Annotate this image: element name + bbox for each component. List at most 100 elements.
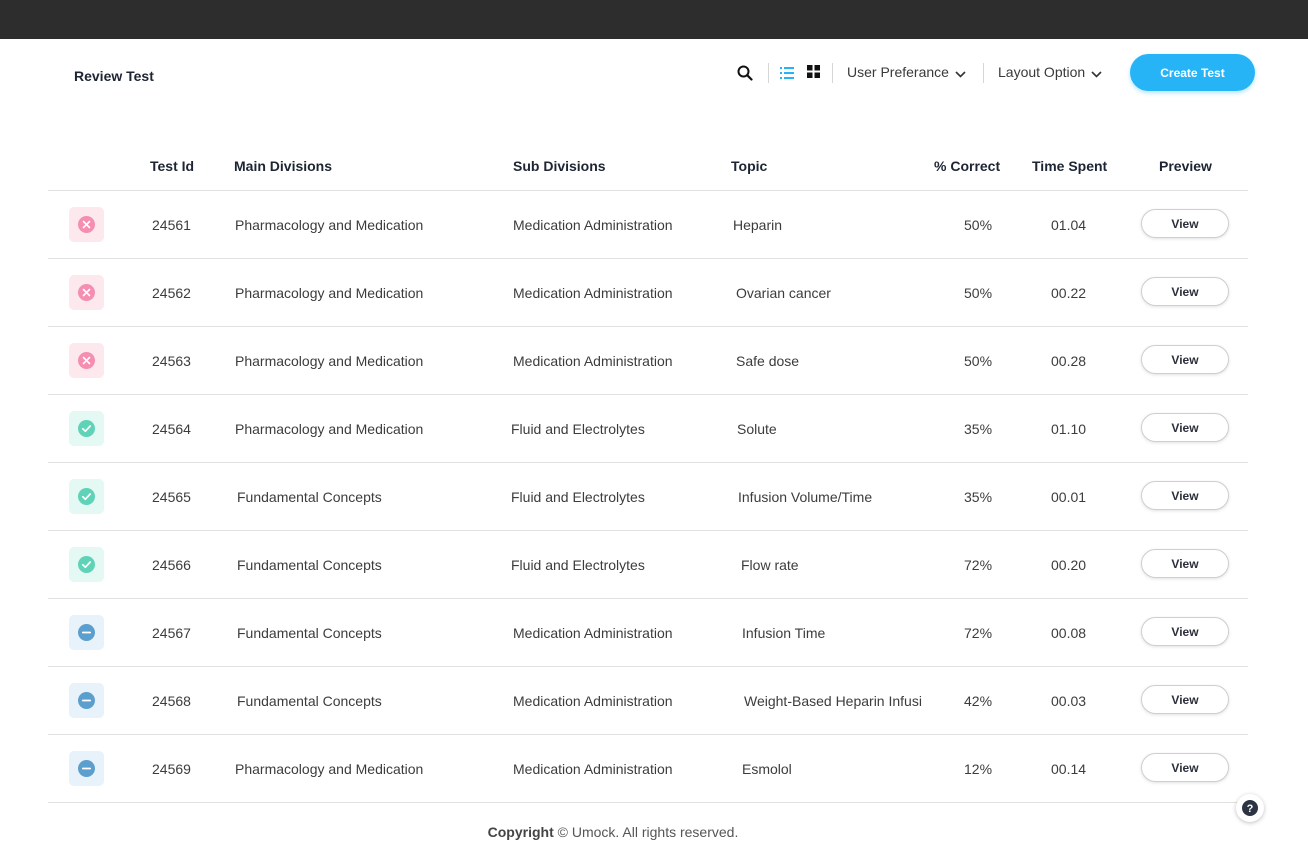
user-preference-dropdown[interactable]: User Preferance <box>847 64 966 81</box>
table-body: 24561 Pharmacology and Medication Medicati… <box>48 191 1248 803</box>
status-correct-badge <box>69 411 104 446</box>
view-button[interactable]: View <box>1141 685 1229 714</box>
table-row: 24568 Fundamental Concepts Medication Admi… <box>48 667 1248 735</box>
view-button[interactable]: View <box>1141 753 1229 782</box>
status-incorrect-badge <box>69 275 104 310</box>
check-circle-icon <box>78 488 95 505</box>
check-circle-icon <box>78 420 95 437</box>
cell-sub-division: Fluid and Electrolytes <box>511 557 645 573</box>
search-icon[interactable] <box>737 65 753 81</box>
cell-sub-division: Medication Administration <box>513 353 673 369</box>
cell-topic: Infusion Volume/Time <box>738 489 873 505</box>
header-correct: % Correct <box>934 158 1001 174</box>
help-icon: ? <box>1242 800 1258 816</box>
x-circle-icon <box>78 284 95 301</box>
header-sub-divisions: Sub Divisions <box>513 158 606 174</box>
table-row: 24565 Fundamental Concepts Fluid and Elect… <box>48 463 1248 531</box>
copyright-label: Copyright <box>487 824 554 840</box>
view-button[interactable]: View <box>1141 345 1229 374</box>
table-header: Test Id Main Divisions Sub Divisions Top… <box>48 140 1248 191</box>
cell-test-id: 24562 <box>152 285 191 301</box>
table-row: 24569 Pharmacology and Medication Medicati… <box>48 735 1248 803</box>
cell-correct: 35% <box>964 489 993 505</box>
cell-correct: 50% <box>964 285 993 301</box>
user-preference-label: User Preferance <box>847 64 949 80</box>
help-button[interactable]: ? <box>1236 794 1264 822</box>
cell-test-id: 24566 <box>152 557 191 573</box>
cell-correct: 50% <box>964 217 993 233</box>
toolbar: User Preferance Layout Option Create Tes… <box>0 53 1308 93</box>
cell-main-division: Pharmacology and Medication <box>235 353 424 369</box>
cell-time-spent: 01.10 <box>1051 421 1087 437</box>
view-button[interactable]: View <box>1141 277 1229 306</box>
view-button[interactable]: View <box>1141 481 1229 510</box>
cell-topic: Infusion Time <box>742 625 826 641</box>
status-unanswered-badge <box>69 683 104 718</box>
table-row: 24561 Pharmacology and Medication Medicati… <box>48 191 1248 259</box>
cell-sub-division: Fluid and Electrolytes <box>511 489 645 505</box>
cell-time-spent: 00.20 <box>1051 557 1087 573</box>
cell-test-id: 24565 <box>152 489 191 505</box>
cell-sub-division: Medication Administration <box>513 693 673 709</box>
header-topic: Topic <box>731 158 768 174</box>
table-row: 24567 Fundamental Concepts Medication Admi… <box>48 599 1248 667</box>
top-bar <box>0 0 1308 39</box>
cell-correct: 72% <box>964 625 993 641</box>
x-circle-icon <box>78 352 95 369</box>
cell-time-spent: 00.01 <box>1051 489 1087 505</box>
status-unanswered-badge <box>69 751 104 786</box>
cell-time-spent: 00.08 <box>1051 625 1087 641</box>
cell-time-spent: 00.14 <box>1051 761 1087 777</box>
layout-option-label: Layout Option <box>998 64 1086 80</box>
header-test-id: Test Id <box>150 158 195 174</box>
table-row: 24564 Pharmacology and Medication Fluid an… <box>48 395 1248 463</box>
cell-sub-division: Medication Administration <box>513 285 673 301</box>
cell-topic: Flow rate <box>741 557 799 573</box>
status-correct-badge <box>69 547 104 582</box>
cell-time-spent: 01.04 <box>1051 217 1087 233</box>
cell-correct: 50% <box>964 353 993 369</box>
cell-main-division: Pharmacology and Medication <box>235 217 424 233</box>
minus-circle-icon <box>78 624 95 641</box>
cell-test-id: 24564 <box>152 421 191 437</box>
cell-test-id: 24563 <box>152 353 191 369</box>
cell-main-division: Fundamental Concepts <box>237 693 382 709</box>
view-button[interactable]: View <box>1141 209 1229 238</box>
status-incorrect-badge <box>69 207 104 242</box>
x-circle-icon <box>78 216 95 233</box>
chevron-down-icon <box>1091 65 1102 81</box>
footer: Copyright © Umock. All rights reserved. <box>0 824 1226 840</box>
status-unanswered-badge <box>69 615 104 650</box>
cell-main-division: Fundamental Concepts <box>237 489 382 505</box>
cell-main-division: Pharmacology and Medication <box>235 285 424 301</box>
cell-correct: 72% <box>964 557 993 573</box>
header-preview: Preview <box>1159 158 1212 174</box>
cell-topic: Safe dose <box>736 353 800 369</box>
cell-topic: Heparin <box>733 217 783 233</box>
cell-time-spent: 00.22 <box>1051 285 1087 301</box>
view-button[interactable]: View <box>1141 549 1229 578</box>
cell-test-id: 24568 <box>152 693 191 709</box>
cell-sub-division: Fluid and Electrolytes <box>511 421 645 437</box>
cell-main-division: Fundamental Concepts <box>237 557 382 573</box>
view-button[interactable]: View <box>1141 617 1229 646</box>
check-circle-icon <box>78 556 95 573</box>
table-row: 24562 Pharmacology and Medication Medicati… <box>48 259 1248 327</box>
cell-topic: Ovarian cancer <box>736 285 831 301</box>
create-test-button[interactable]: Create Test <box>1130 54 1255 91</box>
table-row: 24563 Pharmacology and Medication Medicati… <box>48 327 1248 395</box>
table-row: 24566 Fundamental Concepts Fluid and Elect… <box>48 531 1248 599</box>
grid-view-icon[interactable] <box>807 65 820 78</box>
cell-topic: Weight-Based Heparin Infusi <box>744 693 922 709</box>
cell-topic: Esmolol <box>742 761 792 777</box>
toolbar-divider <box>832 63 833 83</box>
layout-option-dropdown[interactable]: Layout Option <box>998 64 1102 81</box>
minus-circle-icon <box>78 760 95 777</box>
cell-test-id: 24569 <box>152 761 191 777</box>
cell-main-division: Fundamental Concepts <box>237 625 382 641</box>
view-button[interactable]: View <box>1141 413 1229 442</box>
status-correct-badge <box>69 479 104 514</box>
cell-main-division: Pharmacology and Medication <box>235 761 424 777</box>
list-view-icon[interactable] <box>780 66 794 79</box>
cell-correct: 42% <box>964 693 993 709</box>
